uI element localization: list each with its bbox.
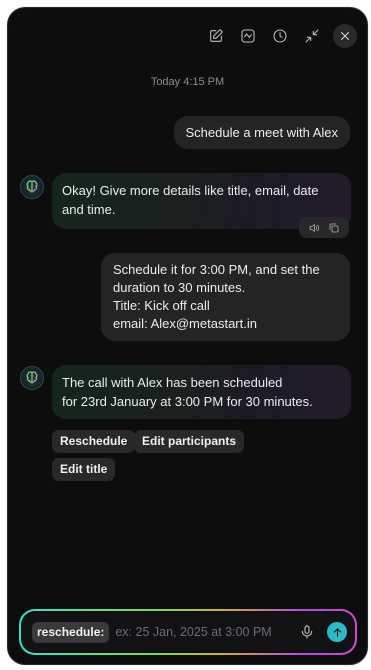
close-button[interactable] <box>333 24 357 48</box>
speaker-icon <box>309 223 319 232</box>
message-line: Okay! Give more details like title, emai… <box>62 183 319 198</box>
arrow-up-icon <box>333 627 341 637</box>
chat-timestamp: Today 4:15 PM <box>150 76 225 88</box>
message-line: duration to 30 minutes. <box>113 280 246 295</box>
close-icon <box>341 32 349 40</box>
command-tag[interactable]: reschedule: <box>32 621 110 643</box>
assistant-message: The call with Alex has been scheduled fo… <box>52 365 351 419</box>
message-line: The call with Alex has been scheduled <box>62 375 283 390</box>
copy-button[interactable] <box>324 219 344 237</box>
assistant-avatar <box>20 175 44 199</box>
brain-icon <box>26 180 38 193</box>
new-chat-button[interactable] <box>205 25 227 47</box>
composer-inner: reschedule: <box>21 611 355 653</box>
summary-icon <box>241 29 255 43</box>
toolbar <box>205 24 357 48</box>
history-icon <box>273 29 287 43</box>
message-line: for 23rd January at 3:00 PM for 30 minut… <box>62 394 313 409</box>
suggestion-edit-participants-button[interactable]: Edit participants <box>134 430 245 453</box>
edit-icon <box>210 29 223 42</box>
assistant-avatar <box>20 366 44 390</box>
voice-input-button[interactable] <box>297 622 317 642</box>
minimize-icon <box>305 29 319 43</box>
microphone-icon <box>301 625 313 639</box>
minimize-button[interactable] <box>301 25 323 47</box>
suggestion-reschedule-button[interactable]: Reschedule <box>52 430 136 453</box>
user-message: Schedule a meet with Alex <box>173 116 350 149</box>
send-button[interactable] <box>327 622 347 642</box>
suggestion-edit-title-button[interactable]: Edit title <box>52 458 116 481</box>
message-actions <box>299 217 349 238</box>
user-message: Schedule it for 3:00 PM, and set the dur… <box>101 253 350 341</box>
message-input[interactable] <box>115 625 291 639</box>
brain-icon <box>26 371 38 384</box>
message-line: and time. <box>62 202 116 217</box>
copy-icon <box>329 223 339 232</box>
history-button[interactable] <box>269 25 291 47</box>
composer: reschedule: <box>19 609 357 655</box>
message-line: email: Alex@metastart.in <box>113 316 257 331</box>
chat-window: Today 4:15 PM Schedule a meet with Alex … <box>7 7 368 665</box>
message-line: Schedule it for 3:00 PM, and set the <box>113 262 320 277</box>
summary-button[interactable] <box>237 25 259 47</box>
message-line: Title: Kick off call <box>113 298 210 313</box>
read-aloud-button[interactable] <box>304 219 324 237</box>
message-text: Schedule a meet with Alex <box>185 125 338 140</box>
